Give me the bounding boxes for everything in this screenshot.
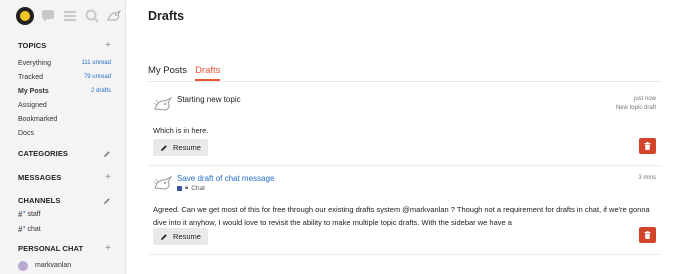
lock-icon: 🔒︎ — [185, 185, 189, 191]
category-color — [177, 186, 182, 191]
pencil-icon[interactable] — [103, 150, 111, 158]
pencil-icon — [161, 144, 167, 151]
header-icons — [16, 6, 122, 26]
sidebar-item-everything[interactable]: Everything 111 unread — [18, 56, 111, 70]
draft-body: Which is in here. — [153, 126, 209, 135]
draft-category[interactable]: 🔒︎ Chat — [177, 185, 205, 192]
dragon-avatar-icon — [153, 96, 173, 111]
hash-icon: # ● — [18, 209, 26, 219]
search-icon[interactable] — [84, 8, 100, 24]
tab-my-posts[interactable]: My Posts — [148, 65, 187, 81]
chat-bubble-icon[interactable] — [40, 8, 56, 24]
draft-time: 3 mins — [638, 175, 656, 181]
messages-section: MESSAGES + — [18, 172, 111, 183]
channels-section: CHANNELS # ● staff # ● chat — [18, 196, 111, 237]
personal-chat-header[interactable]: PERSONAL CHAT — [18, 244, 83, 253]
draft-body-line: Agreed. Can we get most of this for free… — [153, 205, 650, 214]
draft-item: Starting new topic just now New topic dr… — [148, 93, 662, 163]
draft-body: Agreed. Can we get most of this for free… — [153, 204, 650, 228]
trash-icon — [644, 142, 651, 150]
delete-draft-button[interactable] — [639, 227, 656, 243]
sidebar-item-docs[interactable]: Docs — [18, 126, 111, 140]
hamburger-icon[interactable] — [62, 8, 78, 24]
draft-meta: 3 mins — [638, 174, 656, 183]
categories-header[interactable]: CATEGORIES — [18, 149, 68, 158]
resume-button[interactable]: Resume — [153, 228, 208, 245]
channel-label: chat — [27, 226, 41, 233]
draft-item: Save draft of chat message 3 mins 🔒︎ Cha… — [148, 172, 662, 252]
category-label: Chat — [191, 185, 205, 192]
resume-button[interactable]: Resume — [153, 139, 208, 156]
messages-header[interactable]: MESSAGES — [18, 173, 61, 182]
resume-label: Resume — [173, 143, 201, 152]
avatar — [18, 260, 28, 271]
sidebar-item-bookmarked[interactable]: Bookmarked — [18, 112, 111, 126]
pencil-icon[interactable] — [103, 197, 111, 205]
plus-icon[interactable]: + — [105, 40, 111, 51]
divider — [148, 254, 662, 255]
personal-chat-user: markvanlan — [35, 262, 72, 269]
channels-header[interactable]: CHANNELS — [18, 196, 60, 205]
topics-header: TOPICS — [18, 41, 47, 50]
sidebar-item-label: Assigned — [18, 101, 47, 109]
draft-title[interactable]: Starting new topic — [177, 95, 241, 104]
divider — [148, 165, 662, 166]
sidebar-item-label: Tracked — [18, 73, 44, 81]
dragon-avatar-icon — [153, 175, 173, 190]
sidebar-item-assigned[interactable]: Assigned — [18, 98, 111, 112]
sidebar-item-label: My Posts — [18, 87, 49, 95]
resume-label: Resume — [173, 232, 201, 241]
draft-body-line: dive into it anyhow, I would love to rev… — [153, 218, 512, 227]
hash-icon: # ● — [18, 224, 26, 234]
pencil-icon — [161, 233, 167, 240]
channel-label: staff — [27, 211, 41, 218]
topics-section: TOPICS + Everything 111 unread Tracked 7… — [18, 40, 111, 140]
unread-badge: 111 unread — [81, 60, 111, 66]
page-title: Drafts — [148, 9, 185, 23]
plus-icon[interactable]: + — [105, 243, 111, 254]
channel-item-staff[interactable]: # ● staff — [18, 207, 111, 222]
sidebar-item-tracked[interactable]: Tracked 79 unread — [18, 70, 111, 84]
channel-item-chat[interactable]: # ● chat — [18, 222, 111, 237]
draft-time: just now — [633, 96, 656, 102]
dragon-avatar-icon[interactable] — [106, 8, 122, 24]
draft-kind: New topic draft — [615, 105, 656, 111]
sidebar-item-label: Everything — [18, 59, 52, 67]
tabs: My Posts Drafts — [148, 65, 221, 81]
main-content: Drafts My Posts Drafts Starting new topi… — [148, 0, 662, 274]
sidebar-item-label: Bookmarked — [18, 115, 58, 123]
unread-badge: 79 unread — [83, 74, 111, 80]
sidebar: TOPICS + Everything 111 unread Tracked 7… — [0, 0, 126, 274]
logo-icon[interactable] — [16, 7, 34, 25]
drafts-badge: 2 drafts — [90, 88, 111, 94]
plus-icon[interactable]: + — [105, 172, 111, 183]
categories-section: CATEGORIES — [18, 149, 111, 158]
personal-chat-item[interactable]: markvanlan — [18, 258, 111, 273]
divider — [148, 81, 662, 82]
trash-icon — [644, 231, 651, 239]
tab-drafts[interactable]: Drafts — [195, 65, 221, 81]
sidebar-item-label: Docs — [18, 129, 34, 137]
personal-chat-section: PERSONAL CHAT + markvanlan — [18, 243, 111, 273]
sidebar-item-my-posts[interactable]: My Posts 2 drafts — [18, 84, 111, 98]
draft-title[interactable]: Save draft of chat message — [177, 174, 274, 183]
draft-meta: just now New topic draft — [616, 95, 656, 113]
delete-draft-button[interactable] — [639, 138, 656, 154]
